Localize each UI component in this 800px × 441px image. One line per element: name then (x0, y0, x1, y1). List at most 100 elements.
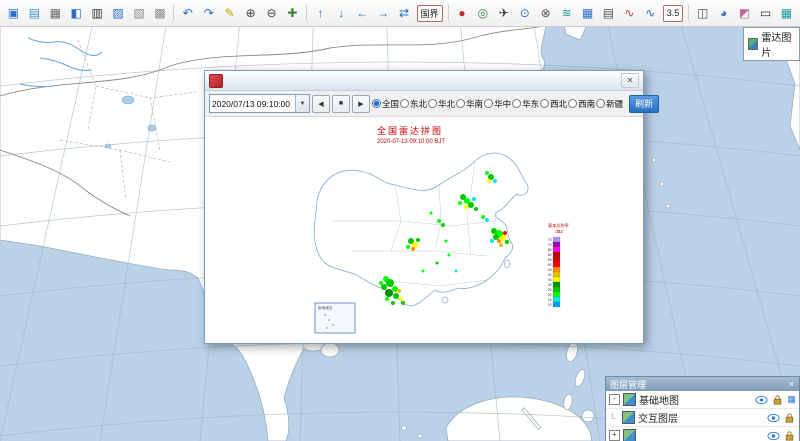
refresh-button[interactable]: 刷新 (629, 95, 659, 113)
region-option[interactable]: 新疆 (596, 98, 623, 110)
window-icon[interactable]: ▣ (3, 3, 24, 24)
legend-title: 基本反射率 (548, 222, 569, 229)
swap-icon[interactable]: ⇄ (394, 3, 415, 24)
document-icon[interactable]: ▧ (129, 3, 150, 24)
region-radio[interactable] (596, 99, 605, 108)
mesh-icon[interactable]: ▦ (776, 3, 797, 24)
legend-color-cell (553, 252, 560, 257)
region-radio[interactable] (456, 99, 465, 108)
arrow-right-icon[interactable]: → (373, 3, 394, 24)
copy-icon[interactable]: ▩ (149, 3, 170, 24)
palette-icon[interactable]: ◩ (734, 3, 755, 24)
region-option[interactable]: 西南 (568, 98, 595, 110)
arrow-left-icon[interactable]: ← (352, 3, 373, 24)
legend-value: 35 (548, 278, 552, 282)
target-icon[interactable]: ⊙ (514, 3, 535, 24)
globe-icon[interactable]: ◎ (472, 3, 493, 24)
small-island (418, 434, 422, 438)
arrow-up-icon[interactable]: ↑ (310, 3, 331, 24)
region-option[interactable]: 华南 (456, 98, 483, 110)
legend-value: 25 (548, 288, 552, 292)
film-icon[interactable]: ▨ (108, 3, 129, 24)
datetime-value: 2020/07/13 09:10:00 (212, 99, 290, 109)
ryukyu-island (660, 182, 664, 186)
region-option[interactable]: 全国 (372, 98, 399, 110)
tree-branch-icon: └ (609, 413, 619, 423)
record-icon[interactable]: ● (452, 3, 473, 24)
report-icon[interactable]: ◫ (692, 3, 713, 24)
mindanao-island (582, 410, 594, 422)
lock-icon[interactable] (771, 395, 784, 405)
chevron-down-icon[interactable]: ▼ (295, 95, 309, 112)
eye-icon[interactable] (767, 431, 780, 441)
radar-image-icon (748, 38, 758, 50)
close-icon[interactable]: ✕ (621, 73, 639, 88)
table-icon[interactable]: ▤ (598, 3, 619, 24)
screen-icon[interactable]: ▭ (755, 3, 776, 24)
edit-icon[interactable]: ✎ (219, 3, 240, 24)
window-titlebar[interactable]: ✕ (205, 71, 643, 91)
legend-color-cell (553, 302, 560, 307)
wave-red-icon[interactable]: ∿ (619, 3, 640, 24)
legend-value: 50 (548, 263, 552, 267)
legend-value: 40 (548, 273, 552, 277)
lock-icon[interactable] (783, 431, 796, 441)
legend-value: 10 (548, 303, 552, 307)
expander-icon[interactable]: - (609, 394, 620, 405)
sea-inset: 南海诸岛 (315, 303, 355, 333)
layer-settings-icon[interactable]: ▦ (787, 394, 796, 405)
scale-button[interactable]: 3.5 (663, 5, 684, 22)
zoom-out-icon[interactable]: ⊖ (261, 3, 282, 24)
boundary-button[interactable]: 国界 (417, 5, 443, 22)
legend-value: 75 (548, 238, 552, 242)
print-icon[interactable]: ▦ (45, 3, 66, 24)
radar-images-panel[interactable]: 雷达图片 (743, 27, 800, 61)
monitor-icon[interactable]: ▥ (87, 3, 108, 24)
plane-icon[interactable]: ✈ (493, 3, 514, 24)
region-option[interactable]: 东北 (400, 98, 427, 110)
layer-row[interactable]: + (606, 427, 799, 441)
region-radio[interactable] (428, 99, 437, 108)
radar-title: 全国雷达拼图 (377, 125, 443, 136)
region-option[interactable]: 华东 (512, 98, 539, 110)
legend-color-cell (553, 272, 560, 277)
satellite-icon[interactable]: ⊗ (535, 3, 556, 24)
save-icon[interactable]: ◧ (66, 3, 87, 24)
region-option[interactable]: 华北 (428, 98, 455, 110)
small-island (402, 426, 407, 431)
arrow-down-icon[interactable]: ↓ (331, 3, 352, 24)
layers-icon[interactable]: ≋ (556, 3, 577, 24)
expander-icon[interactable]: + (609, 430, 620, 441)
region-radio[interactable] (484, 99, 493, 108)
layer-row[interactable]: └交互图层 (606, 409, 799, 427)
grid-icon[interactable]: ▦ (577, 3, 598, 24)
region-radio[interactable] (372, 99, 381, 108)
pan-icon[interactable]: ✚ (282, 3, 303, 24)
zoom-in-icon[interactable]: ⊕ (240, 3, 261, 24)
legend-color-cell (553, 257, 560, 262)
region-radio[interactable] (540, 99, 549, 108)
eye-icon[interactable] (755, 395, 768, 405)
layer-row[interactable]: -基础地图▦ (606, 391, 799, 409)
stop-button[interactable]: ■ (332, 95, 350, 113)
undo-icon[interactable]: ↶ (177, 3, 198, 24)
region-option[interactable]: 华中 (484, 98, 511, 110)
lock-icon[interactable] (783, 413, 796, 423)
wave-blue-icon[interactable]: ∿ (640, 3, 661, 24)
datetime-dropdown[interactable]: 2020/07/13 09:10:00 ▼ (209, 94, 310, 113)
redo-icon[interactable]: ↷ (198, 3, 219, 24)
layer-icon (623, 429, 636, 441)
toolbar-separator (448, 5, 449, 21)
region-radio[interactable] (568, 99, 577, 108)
panel-close-icon[interactable]: ✕ (788, 380, 795, 389)
prev-frame-button[interactable]: ◀ (312, 95, 330, 113)
region-radio[interactable] (512, 99, 521, 108)
analyze-icon[interactable]: ◕ (713, 3, 734, 24)
next-frame-button[interactable]: ▶ (352, 95, 370, 113)
layer-panel-header[interactable]: 图层管理 ✕ (606, 377, 799, 391)
region-option[interactable]: 西北 (540, 98, 567, 110)
region-radio[interactable] (400, 99, 409, 108)
eye-icon[interactable] (767, 413, 780, 423)
region-label: 华南 (466, 98, 483, 110)
chart-icon[interactable]: ▤ (24, 3, 45, 24)
